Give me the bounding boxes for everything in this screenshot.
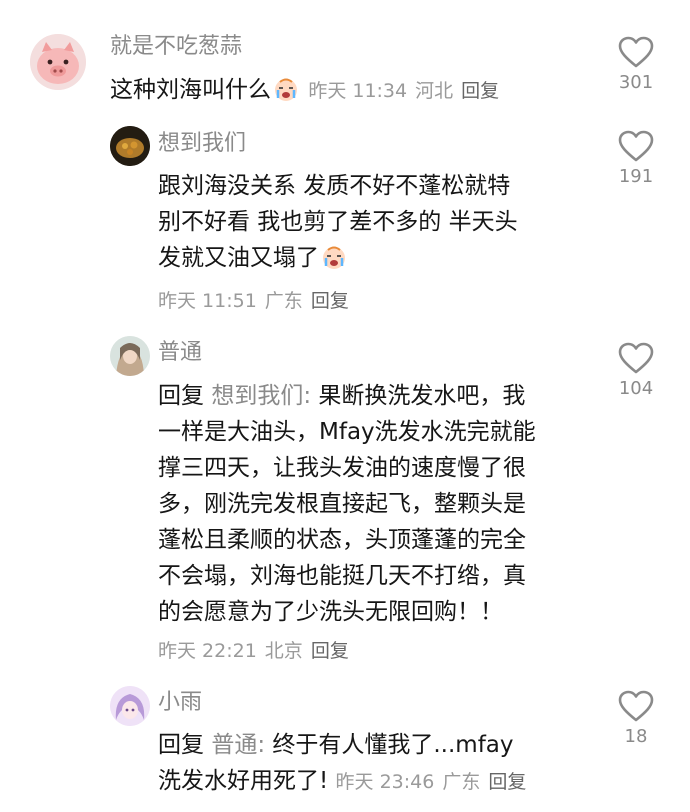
comment-text-line: 洗发水好用死了!	[158, 768, 329, 794]
heart-outline-icon	[618, 342, 654, 374]
comment-text-line: 的会愿意为了少洗头无限回购！！	[158, 599, 503, 625]
crying-emoji-icon	[273, 76, 299, 102]
reply-button[interactable]: 回复	[311, 640, 349, 662]
heart-outline-icon	[618, 130, 654, 162]
reply-button[interactable]: 回复	[461, 80, 499, 102]
crying-emoji-icon	[321, 244, 347, 270]
location: 北京	[264, 640, 303, 662]
location: 广东	[442, 771, 481, 793]
timestamp: 昨天 22:21	[158, 640, 257, 662]
comment-text-line: 终于有人懂我了...mfay	[272, 732, 514, 758]
heart-outline-icon	[618, 690, 654, 722]
comment-text-line: 蓬松且柔顺的状态，头顶蓬蓬的完全	[158, 527, 526, 553]
like-button[interactable]: 18	[610, 690, 662, 747]
comment-text-line: 别不好看 我也剪了差不多的 半天头	[158, 209, 518, 235]
comment-body: 跟刘海没关系 发质不好不蓬松就特 别不好看 我也剪了差不多的 半天头 发就又油又…	[158, 168, 518, 276]
reply-button[interactable]: 回复	[311, 290, 349, 312]
username[interactable]: 就是不吃葱蒜	[110, 33, 242, 61]
like-count: 18	[624, 726, 648, 747]
like-count: 191	[618, 166, 654, 187]
comment-body: 回复 想到我们: 果断换洗发水吧，我 一样是大油头，Mfay洗发水洗完就能 撑三…	[158, 378, 536, 630]
comment-text-line: 一样是大油头，Mfay洗发水洗完就能	[158, 419, 536, 445]
reply-target-user[interactable]: 普通:	[211, 732, 265, 758]
comment-text-line: 不会塌，刘海也能挺几天不打绺，真	[158, 563, 526, 589]
comment-meta: 昨天 22:21 北京 回复	[158, 636, 357, 663]
comment-meta: 昨天 11:51 广东 回复	[158, 286, 357, 313]
reply-target-user[interactable]: 想到我们:	[211, 383, 311, 409]
like-button[interactable]: 191	[610, 130, 662, 187]
comment-text: 这种刘海叫什么	[110, 77, 271, 103]
heart-outline-icon	[618, 36, 654, 68]
reply-button[interactable]: 回复	[488, 771, 526, 793]
like-count: 301	[618, 72, 654, 93]
comment-body: 回复 普通: 终于有人懂我了...mfay 洗发水好用死了! 昨天 23:46 广…	[158, 727, 534, 800]
location: 广东	[264, 290, 303, 312]
avatar[interactable]	[30, 34, 86, 90]
comment-text-line: 发就又油又塌了	[158, 245, 319, 271]
comment-text-line: 多，刚洗完发根直接起飞，整颗头是	[158, 491, 526, 517]
comment-body: 这种刘海叫什么 昨天 11:34 河北 回复	[110, 72, 507, 109]
portrait-avatar-icon	[110, 336, 150, 376]
comment-text-line: 撑三四天，让我头发油的速度慢了很	[158, 455, 526, 481]
reply-prefix: 回复	[158, 732, 204, 758]
food-avatar-icon	[110, 126, 150, 166]
timestamp: 昨天 23:46	[335, 771, 435, 793]
like-button[interactable]: 104	[610, 342, 662, 399]
anime-avatar-icon	[110, 686, 150, 726]
location: 河北	[415, 80, 454, 102]
reply-prefix: 回复	[158, 383, 204, 409]
comment-text-line: 果断换洗发水吧，我	[318, 383, 526, 409]
avatar[interactable]	[110, 126, 150, 166]
like-button[interactable]: 301	[610, 36, 662, 93]
username[interactable]: 想到我们	[158, 130, 246, 158]
timestamp: 昨天 11:51	[158, 290, 257, 312]
avatar[interactable]	[110, 336, 150, 376]
timestamp: 昨天 11:34	[308, 80, 408, 102]
comment-meta: 昨天 23:46 广东 回复	[336, 771, 535, 793]
comment-text-line: 跟刘海没关系 发质不好不蓬松就特	[158, 173, 511, 199]
username[interactable]: 普通	[158, 339, 202, 367]
comment-meta: 昨天 11:34 河北 回复	[308, 80, 507, 102]
username[interactable]: 小雨	[158, 689, 202, 717]
like-count: 104	[618, 378, 654, 399]
avatar[interactable]	[110, 686, 150, 726]
pig-avatar-icon	[30, 34, 86, 90]
